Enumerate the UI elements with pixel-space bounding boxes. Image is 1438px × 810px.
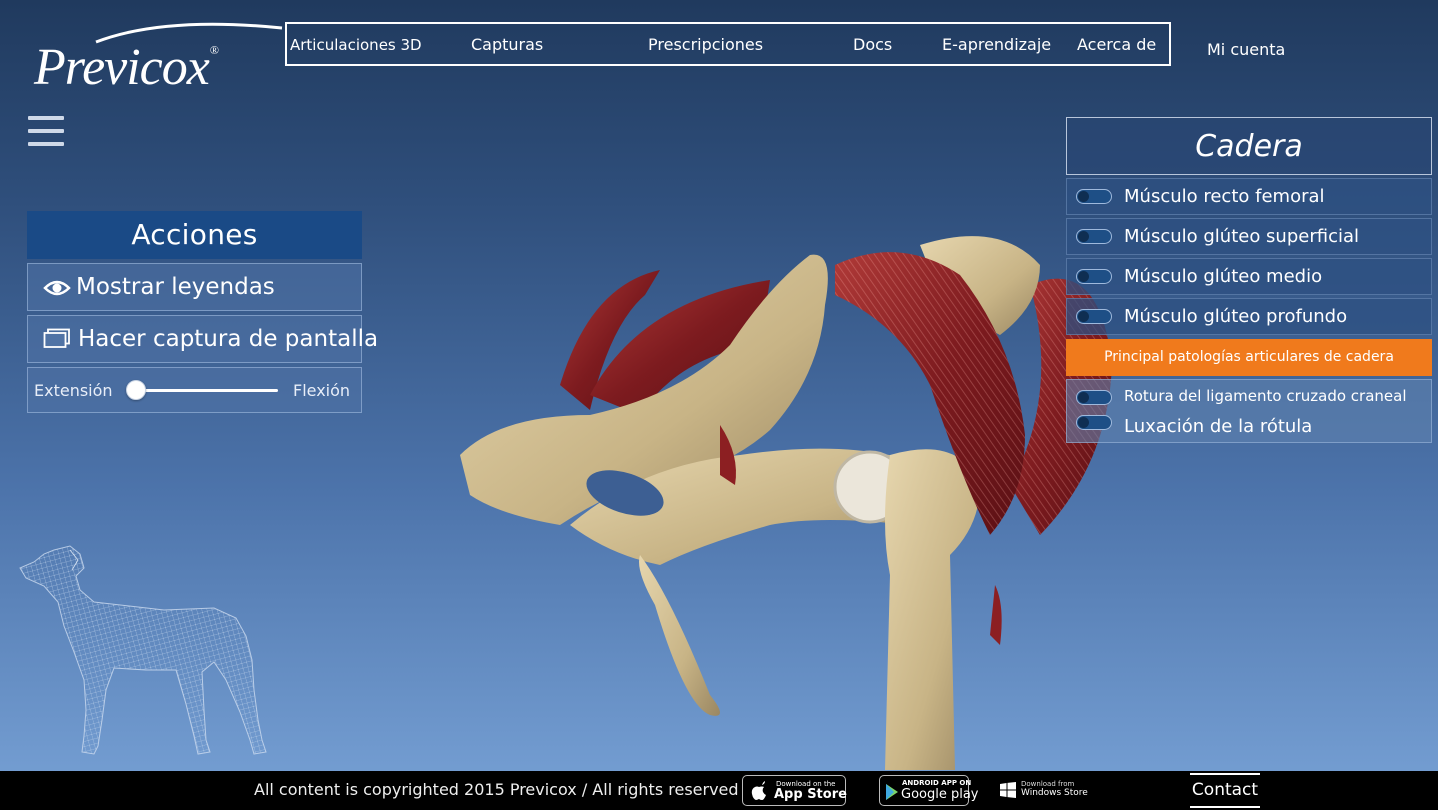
flexion-slider[interactable]: Extensión Flexión [27, 367, 362, 413]
actions-title: Acciones [27, 211, 362, 259]
hip-joint-3d-model[interactable] [440, 225, 1140, 770]
layer-toggle[interactable] [1076, 189, 1112, 204]
google-play-big: Google play [901, 787, 979, 802]
pathologies-list: Rotura del ligamento cruzado craneal Lux… [1066, 379, 1432, 443]
nav-docs[interactable]: Docs [853, 24, 892, 64]
google-play-small: ANDROID APP ON [902, 779, 972, 787]
nav-capturas[interactable]: Capturas [471, 24, 543, 64]
pathology-label: Rotura del ligamento cruzado craneal [1124, 387, 1407, 405]
show-legends-button[interactable]: Mostrar leyendas [27, 263, 362, 311]
pathology-toggle[interactable] [1076, 415, 1112, 430]
screenshot-button[interactable]: Hacer captura de pantalla [27, 315, 378, 363]
layer-label: Músculo glúteo superficial [1124, 226, 1360, 247]
show-legends-label: Mostrar leyendas [76, 274, 275, 300]
layer-label: Músculo glúteo medio [1124, 266, 1323, 287]
windows-icon [1000, 782, 1016, 798]
slider-handle[interactable] [126, 380, 146, 400]
layer-gluteo-profundo[interactable]: Músculo glúteo profundo [1066, 298, 1432, 335]
layer-toggle[interactable] [1076, 229, 1112, 244]
dog-wireframe-image [19, 545, 267, 755]
layer-label: Músculo glúteo profundo [1124, 306, 1348, 327]
top-navigation: Articulaciones 3D Capturas Prescripcione… [285, 22, 1171, 66]
nav-acerca-de[interactable]: Acerca de [1077, 24, 1156, 64]
google-play-icon [886, 784, 898, 800]
layer-label: Músculo recto femoral [1124, 186, 1325, 207]
windows-store-badge[interactable]: Download from Windows Store [1000, 777, 1100, 805]
apple-icon [751, 781, 766, 800]
logo-text: Previcox [34, 39, 210, 96]
nav-articulaciones-3d[interactable]: Articulaciones 3D [290, 24, 422, 64]
hamburger-menu-icon[interactable] [28, 116, 64, 148]
pathology-toggle[interactable] [1076, 390, 1112, 405]
layer-toggle[interactable] [1076, 269, 1112, 284]
layer-gluteo-superficial[interactable]: Músculo glúteo superficial [1066, 218, 1432, 255]
pathology-luxacion-rotula[interactable]: Luxación de la rótula [1067, 412, 1431, 442]
pathology-rotura-ligamento[interactable]: Rotura del ligamento cruzado craneal [1067, 382, 1431, 412]
joint-layers-panel: Cadera Músculo recto femoral Músculo glú… [1066, 117, 1432, 443]
my-account-link[interactable]: Mi cuenta [1207, 40, 1285, 59]
google-play-badge[interactable]: ANDROID APP ON Google play [879, 775, 979, 806]
pathologies-button[interactable]: Principal patologías articulares de cade… [1066, 339, 1432, 376]
registered-mark: ® [209, 43, 219, 57]
logo-swoosh-icon [95, 22, 283, 44]
nav-prescripciones[interactable]: Prescripciones [648, 24, 763, 64]
footer-bar: All content is copyrighted 2015 Previcox… [0, 771, 1438, 810]
screen-capture-icon [43, 328, 70, 348]
windows-store-big: Windows Store [1021, 788, 1088, 798]
slider-flexion-label: Flexión [293, 381, 351, 400]
windows-store-small: Download from [1021, 780, 1075, 788]
slider-extension-label: Extensión [34, 381, 113, 400]
layer-recto-femoral[interactable]: Músculo recto femoral [1066, 178, 1432, 215]
contact-button[interactable]: Contact [1190, 773, 1260, 808]
copyright-text: All content is copyrighted 2015 Previcox… [254, 780, 739, 799]
joint-title: Cadera [1066, 117, 1432, 175]
eye-icon [43, 280, 71, 296]
app-store-badge[interactable]: Download on the App Store [742, 775, 847, 806]
screenshot-label: Hacer captura de pantalla [78, 326, 379, 352]
layer-gluteo-medio[interactable]: Músculo glúteo medio [1066, 258, 1432, 295]
layer-toggle[interactable] [1076, 309, 1112, 324]
previcox-logo[interactable]: Previcox® [34, 20, 283, 96]
pathology-label: Luxación de la rótula [1124, 416, 1313, 437]
nav-e-aprendizaje[interactable]: E-aprendizaje [942, 24, 1051, 64]
app-store-big: App Store [774, 787, 847, 802]
actions-panel: Acciones Mostrar leyendas Hacer captura … [27, 211, 378, 413]
slider-track[interactable] [132, 389, 278, 392]
